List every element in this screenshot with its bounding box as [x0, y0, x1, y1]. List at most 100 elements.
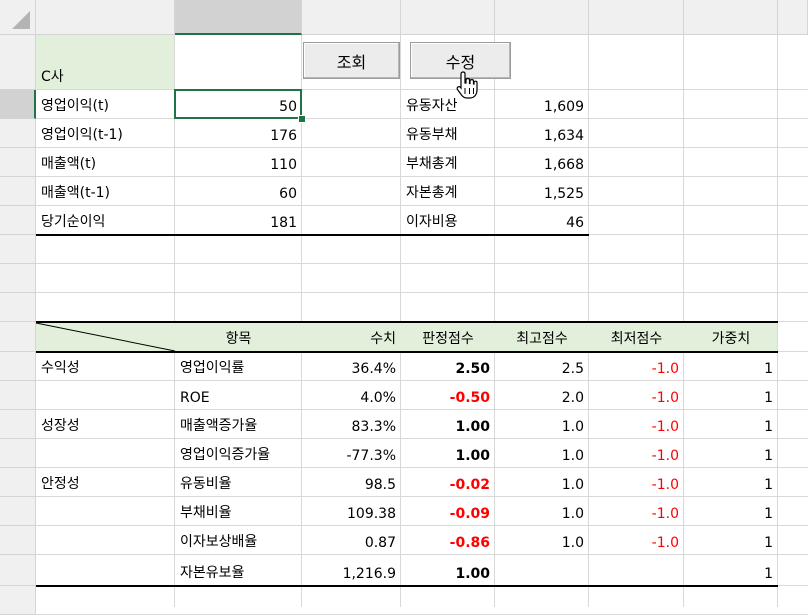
- row-header-17[interactable]: [0, 526, 36, 555]
- table-header[interactable]: 수치: [302, 322, 401, 352]
- row-header-16[interactable]: [0, 497, 36, 526]
- input-label[interactable]: 매출액(t-1): [36, 177, 175, 206]
- metric-value[interactable]: 109.38: [302, 497, 401, 526]
- judged-score[interactable]: -0.02: [401, 468, 495, 497]
- min-score[interactable]: -1.0: [589, 381, 684, 410]
- balance-value[interactable]: 1,525: [495, 177, 589, 206]
- balance-value[interactable]: 1,634: [495, 119, 589, 148]
- weight-value[interactable]: 1: [684, 410, 778, 439]
- input-label[interactable]: 당기순이익: [36, 206, 175, 235]
- table-header[interactable]: 가중치: [684, 322, 778, 352]
- balance-label[interactable]: 자본총계: [401, 177, 495, 206]
- row-header-5[interactable]: [0, 177, 36, 206]
- column-header-c[interactable]: [302, 0, 401, 35]
- max-score[interactable]: 2.0: [495, 381, 589, 410]
- metric-value[interactable]: 0.87: [302, 526, 401, 555]
- judged-score[interactable]: 2.50: [401, 352, 495, 381]
- metric-name[interactable]: ROE: [175, 381, 302, 410]
- row-header-2[interactable]: [0, 90, 36, 119]
- metric-name[interactable]: 이자보상배율: [175, 526, 302, 555]
- input-value[interactable]: 181: [175, 206, 302, 235]
- row-header-10[interactable]: [0, 322, 36, 352]
- min-score[interactable]: -1.0: [589, 410, 684, 439]
- weight-value[interactable]: 1: [684, 497, 778, 526]
- judged-score[interactable]: -0.09: [401, 497, 495, 526]
- metric-value[interactable]: 36.4%: [302, 352, 401, 381]
- weight-value[interactable]: 1: [684, 526, 778, 555]
- max-score[interactable]: 1.0: [495, 497, 589, 526]
- row-header-12[interactable]: [0, 381, 36, 410]
- min-score[interactable]: -1.0: [589, 497, 684, 526]
- column-header-g[interactable]: [684, 0, 778, 35]
- input-label[interactable]: 매출액(t): [36, 148, 175, 177]
- row-header-15[interactable]: [0, 468, 36, 497]
- column-header-d[interactable]: [401, 0, 495, 35]
- min-score[interactable]: -1.0: [589, 439, 684, 468]
- column-header-a[interactable]: [36, 0, 175, 35]
- column-header-extra[interactable]: [778, 0, 808, 35]
- metric-value[interactable]: 1,216.9: [302, 555, 401, 586]
- row-header-13[interactable]: [0, 410, 36, 439]
- row-header-4[interactable]: [0, 148, 36, 177]
- category-label[interactable]: 안정성: [36, 468, 175, 497]
- row-header-18[interactable]: [0, 555, 36, 586]
- row-header-7[interactable]: [0, 235, 36, 264]
- judged-score[interactable]: -0.86: [401, 526, 495, 555]
- max-score[interactable]: 1.0: [495, 410, 589, 439]
- max-score[interactable]: 2.5: [495, 352, 589, 381]
- judged-score[interactable]: 1.00: [401, 555, 495, 586]
- metric-name[interactable]: 영업이익증가율: [175, 439, 302, 468]
- input-value[interactable]: 60: [175, 177, 302, 206]
- min-score[interactable]: -1.0: [589, 468, 684, 497]
- input-label[interactable]: 영업이익(t-1): [36, 119, 175, 148]
- balance-value[interactable]: 46: [495, 206, 589, 235]
- table-header[interactable]: 최저점수: [589, 322, 684, 352]
- input-label[interactable]: 영업이익(t): [36, 90, 175, 119]
- row-header-3[interactable]: [0, 119, 36, 148]
- row-header-1[interactable]: [0, 35, 36, 90]
- input-value[interactable]: 176: [175, 119, 302, 148]
- row-header-19[interactable]: [0, 586, 36, 615]
- table-header[interactable]: 최고점수: [495, 322, 589, 352]
- category-label[interactable]: 성장성: [36, 410, 175, 439]
- input-value[interactable]: 110: [175, 148, 302, 177]
- weight-value[interactable]: 1: [684, 381, 778, 410]
- metric-name[interactable]: 부채비율: [175, 497, 302, 526]
- column-header-f[interactable]: [589, 0, 684, 35]
- balance-label[interactable]: 이자비용: [401, 206, 495, 235]
- weight-value[interactable]: 1: [684, 352, 778, 381]
- metric-name[interactable]: 자본유보율: [175, 555, 302, 586]
- weight-value[interactable]: 1: [684, 468, 778, 497]
- balance-label[interactable]: 유동자산: [401, 90, 495, 119]
- row-header-9[interactable]: [0, 293, 36, 322]
- metric-value[interactable]: -77.3%: [302, 439, 401, 468]
- row-header-8[interactable]: [0, 264, 36, 293]
- fill-handle[interactable]: [298, 115, 306, 123]
- max-score[interactable]: 1.0: [495, 526, 589, 555]
- balance-value[interactable]: 1,609: [495, 90, 589, 119]
- column-header-e[interactable]: [495, 0, 589, 35]
- row-header-6[interactable]: [0, 206, 36, 235]
- table-header[interactable]: 항목: [175, 322, 302, 352]
- row-header-11[interactable]: [0, 352, 36, 381]
- metric-value[interactable]: 83.3%: [302, 410, 401, 439]
- balance-label[interactable]: 유동부채: [401, 119, 495, 148]
- category-label[interactable]: 수익성: [36, 352, 175, 381]
- balance-value[interactable]: 1,668: [495, 148, 589, 177]
- min-score[interactable]: -1.0: [589, 352, 684, 381]
- max-score[interactable]: 1.0: [495, 468, 589, 497]
- column-header-b[interactable]: [175, 0, 302, 35]
- metric-value[interactable]: 4.0%: [302, 381, 401, 410]
- weight-value[interactable]: 1: [684, 555, 778, 586]
- row-header-14[interactable]: [0, 439, 36, 468]
- company-name[interactable]: C사: [36, 35, 175, 90]
- metric-name[interactable]: 매출액증가율: [175, 410, 302, 439]
- weight-value[interactable]: 1: [684, 439, 778, 468]
- judged-score[interactable]: 1.00: [401, 410, 495, 439]
- max-score[interactable]: 1.0: [495, 439, 589, 468]
- min-score[interactable]: -1.0: [589, 526, 684, 555]
- query-button[interactable]: 조회: [303, 42, 400, 79]
- metric-value[interactable]: 98.5: [302, 468, 401, 497]
- metric-name[interactable]: 영업이익률: [175, 352, 302, 381]
- metric-name[interactable]: 유동비율: [175, 468, 302, 497]
